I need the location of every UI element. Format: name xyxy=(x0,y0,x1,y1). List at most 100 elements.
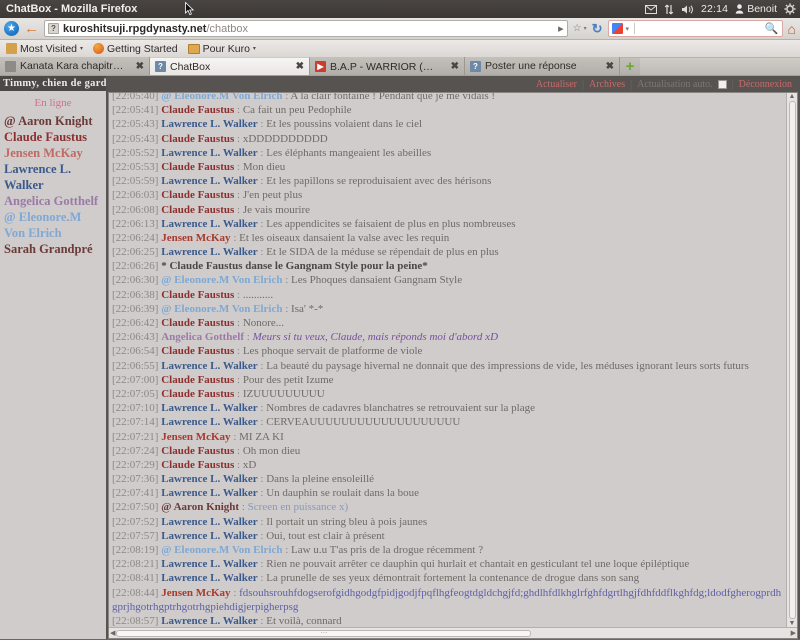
message-author[interactable]: @ Eleonore.M Von Elrich xyxy=(161,303,282,315)
bookmark-star-icon[interactable]: ☆ ▾ xyxy=(573,23,587,34)
bookmark-pour-kuro[interactable]: Pour Kuro ▾ xyxy=(187,43,256,55)
user-menu[interactable]: Benoit xyxy=(735,3,777,15)
bookmark-getting-started[interactable]: Getting Started xyxy=(93,43,178,55)
tab-kanata-kara[interactable]: Kanata Kara chapitre 2 en le... ✖ xyxy=(0,57,150,75)
message-body: Dans la pleine ensoleillé xyxy=(266,473,375,486)
tab-close-icon[interactable]: ✖ xyxy=(600,61,614,72)
scroll-left-icon[interactable]: ◀ xyxy=(110,629,115,637)
autorefresh-checkbox[interactable] xyxy=(717,79,727,89)
message-author[interactable]: Claude Faustus xyxy=(161,459,234,471)
tab-close-icon[interactable]: ✖ xyxy=(445,61,459,72)
scroll-down-icon[interactable]: ▼ xyxy=(789,620,796,627)
message-author[interactable]: Claude Faustus xyxy=(161,374,234,386)
message-author[interactable]: Claude Faustus xyxy=(161,189,234,201)
message-author[interactable]: Lawrence L. Walker xyxy=(161,246,257,258)
message-author[interactable]: Claude Faustus xyxy=(161,204,234,216)
new-tab-button[interactable]: + xyxy=(620,58,640,75)
message-timestamp: [22:08:19] xyxy=(112,544,162,556)
tab-close-icon[interactable]: ✖ xyxy=(130,61,144,72)
home-icon[interactable]: ⌂ xyxy=(788,22,796,36)
network-updown-icon[interactable] xyxy=(664,4,674,15)
message-separator: : xyxy=(257,146,267,159)
message-author[interactable]: Lawrence L. Walker xyxy=(161,572,257,584)
message-author[interactable]: Lawrence L. Walker xyxy=(161,175,257,187)
online-user[interactable]: Angelica Gotthelf xyxy=(4,193,102,209)
chat-message: [22:08:19] @ Eleonore.M Von Elrich : Law… xyxy=(112,543,784,557)
message-author[interactable]: Claude Faustus xyxy=(161,445,234,457)
message-author[interactable]: Lawrence L. Walker xyxy=(161,516,257,528)
chevron-down-icon[interactable]: ▾ xyxy=(253,45,256,52)
online-user[interactable]: @ Aaron Knight xyxy=(4,113,102,129)
message-list[interactable]: [22:05:40] @ Eleonore.M Von Elrich : A l… xyxy=(109,93,786,627)
message-author[interactable]: Lawrence L. Walker xyxy=(161,218,257,230)
chat-message: [22:07:14] Lawrence L. Walker : CERVEAUU… xyxy=(112,415,784,429)
chevron-down-icon[interactable]: ▾ xyxy=(626,25,630,33)
logout-link[interactable]: Déconnexion xyxy=(739,79,792,90)
tab-chatbox[interactable]: ? ChatBox ✖ xyxy=(150,57,310,75)
message-author[interactable]: Claude Faustus xyxy=(161,133,234,145)
tab-poster-une-reponse[interactable]: ? Poster une réponse ✖ xyxy=(465,57,620,75)
message-author[interactable]: Lawrence L. Walker xyxy=(161,487,257,499)
go-arrow-icon[interactable]: ▸ xyxy=(558,22,564,35)
reload-icon[interactable]: ↻ xyxy=(592,21,603,37)
vertical-scrollbar[interactable]: ▲ ▼ xyxy=(786,93,797,627)
message-author[interactable]: Claude Faustus xyxy=(161,317,234,329)
message-author[interactable]: Claude Faustus xyxy=(161,388,234,400)
message-author[interactable]: Claude Faustus xyxy=(161,104,234,116)
message-author[interactable]: Lawrence L. Walker xyxy=(161,615,257,627)
message-timestamp: [22:07:14] xyxy=(112,416,162,429)
chat-message: [22:07:10] Lawrence L. Walker : Nombres … xyxy=(112,401,784,415)
horizontal-scrollbar[interactable]: ◀ ⋯ ▶ xyxy=(109,627,797,638)
message-author[interactable]: Jensen McKay xyxy=(161,587,230,599)
scrollbar-thumb[interactable]: ⋯ xyxy=(116,629,532,637)
message-author[interactable]: Claude Faustus xyxy=(161,161,234,173)
online-user[interactable]: Jensen McKay xyxy=(4,145,102,161)
chat-message: [22:06:08] Claude Faustus : Je vais mour… xyxy=(112,203,784,217)
message-author[interactable]: Claude Faustus xyxy=(161,345,234,357)
message-author[interactable]: Lawrence L. Walker xyxy=(161,416,257,428)
message-author[interactable]: Jensen McKay xyxy=(161,232,230,244)
message-author[interactable]: Lawrence L. Walker xyxy=(161,360,257,372)
search-bar[interactable]: ▾ 🔍 xyxy=(607,20,783,37)
back-arrow-icon[interactable]: ← xyxy=(24,21,39,36)
gear-icon[interactable] xyxy=(784,3,796,15)
mail-icon[interactable] xyxy=(644,4,657,14)
tab-close-icon[interactable]: ✖ xyxy=(290,61,304,72)
message-author[interactable]: Lawrence L. Walker xyxy=(161,402,257,414)
chat-message: [22:06:39] @ Eleonore.M Von Elrich : Isa… xyxy=(112,302,784,316)
message-author[interactable]: Lawrence L. Walker xyxy=(161,558,257,570)
firefox-logo-icon[interactable]: ★ xyxy=(4,21,19,36)
message-author[interactable]: Lawrence L. Walker xyxy=(161,118,257,130)
message-timestamp: [22:06:30] xyxy=(112,274,162,287)
scroll-right-icon[interactable]: ▶ xyxy=(791,629,796,637)
bookmark-most-visited[interactable]: Most Visited ▾ xyxy=(6,43,83,55)
clock[interactable]: 22:14 xyxy=(701,3,728,15)
chevron-down-icon[interactable]: ▾ xyxy=(80,45,83,52)
search-input[interactable] xyxy=(634,23,762,34)
refresh-link[interactable]: Actualiser xyxy=(536,79,577,90)
scroll-up-icon[interactable]: ▲ xyxy=(789,93,796,100)
address-bar[interactable]: ? kuroshitsuji.rpgdynasty.net/chatbox ▸ xyxy=(44,20,568,37)
tab-bap-warrior[interactable]: ▶ B.A.P - WARRIOR (워리어) ... ✖ xyxy=(310,57,465,75)
message-author[interactable]: Lawrence L. Walker xyxy=(161,473,257,485)
message-author[interactable]: @ Eleonore.M Von Elrich xyxy=(161,544,282,556)
online-user[interactable]: Claude Faustus xyxy=(4,129,102,145)
message-author[interactable]: @ Eleonore.M Von Elrich xyxy=(161,274,282,286)
archives-link[interactable]: Archives xyxy=(589,79,625,90)
volume-icon[interactable] xyxy=(681,4,694,15)
magnifier-icon[interactable]: 🔍 xyxy=(765,22,779,35)
message-author[interactable]: @ Eleonore.M Von Elrich xyxy=(161,93,282,102)
message-separator: : xyxy=(234,458,243,471)
google-icon[interactable] xyxy=(611,23,623,34)
online-user[interactable]: @ Eleonore.M Von Elrich xyxy=(4,209,102,241)
message-author[interactable]: Lawrence L. Walker xyxy=(161,530,257,542)
message-separator: : xyxy=(239,501,248,514)
message-author[interactable]: Lawrence L. Walker xyxy=(161,147,257,159)
online-user[interactable]: Sarah Grandpré xyxy=(4,241,102,257)
message-author[interactable]: Angelica Gotthelf xyxy=(161,331,244,343)
online-user[interactable]: Lawrence L. Walker xyxy=(4,161,102,193)
message-author[interactable]: @ Aaron Knight xyxy=(161,501,239,513)
message-author[interactable]: Jensen McKay xyxy=(161,431,230,443)
message-author[interactable]: Claude Faustus xyxy=(161,289,234,301)
scrollbar-thumb[interactable] xyxy=(788,101,796,619)
